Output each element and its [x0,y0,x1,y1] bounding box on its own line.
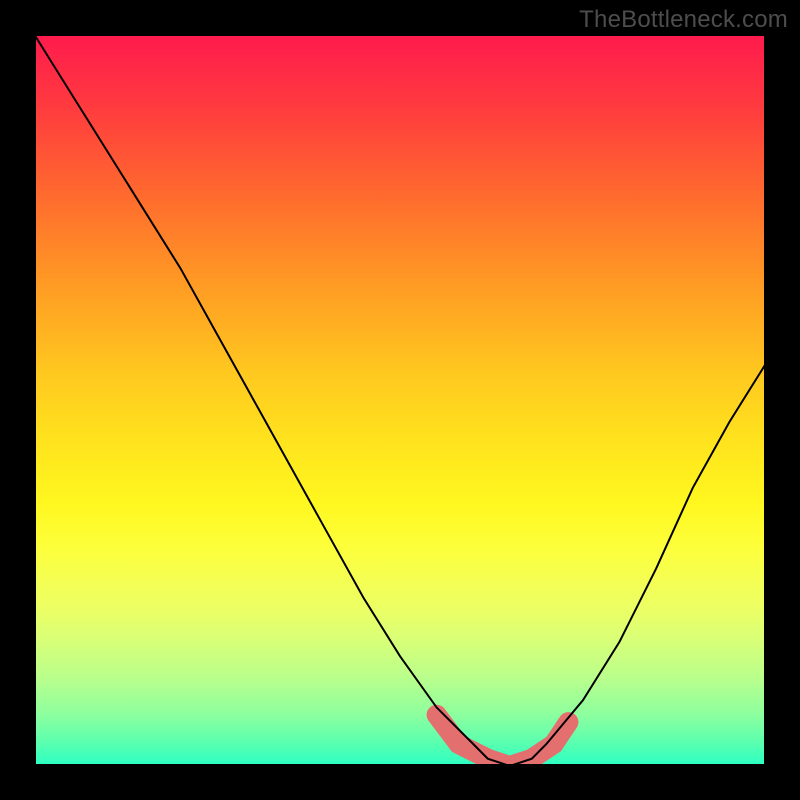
chart-frame: TheBottleneck.com [0,0,800,800]
curve-line [34,34,766,766]
plot-svg [34,34,766,766]
plot-gradient-area [34,34,766,766]
watermark-text: TheBottleneck.com [579,6,788,34]
